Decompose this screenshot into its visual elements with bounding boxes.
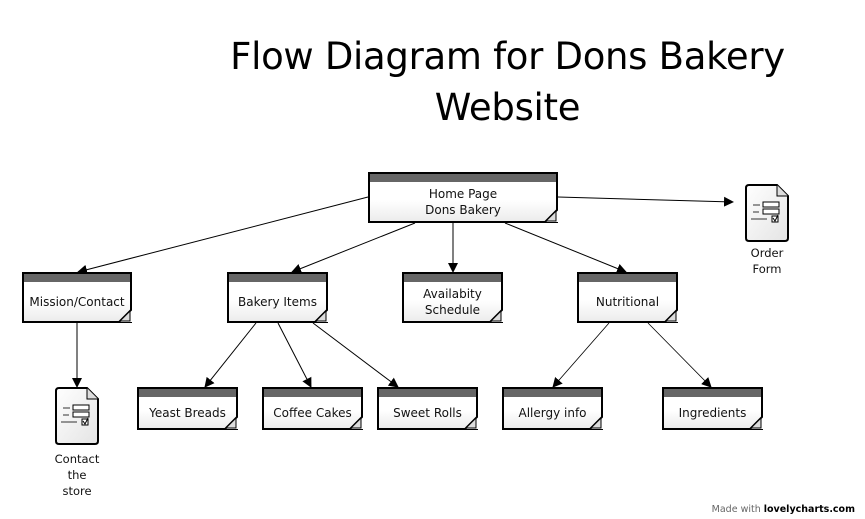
page-fold-icon (118, 309, 132, 323)
node-header-bar (504, 389, 601, 397)
node-label: Yeast Breads (149, 405, 226, 420)
node-label: Sweet Rolls (393, 405, 462, 420)
node-label: Coffee Cakes (273, 405, 352, 420)
edge-home-nutritional (504, 222, 627, 274)
page-fold-icon (314, 309, 328, 323)
page-fold-icon (589, 416, 603, 430)
edge-bakery-yeast (204, 322, 257, 388)
page-fold-icon (664, 309, 678, 323)
node-header-bar (370, 174, 556, 182)
page-fold-icon (349, 416, 363, 430)
edge-nutritional-allergy (552, 322, 610, 388)
node-coffee-cakes[interactable]: Coffee Cakes (262, 387, 363, 430)
node-header-bar (24, 274, 130, 282)
node-label: Home Page Dons Bakery (425, 186, 501, 217)
edge-home-bakery (291, 222, 416, 274)
node-ingredients[interactable]: Ingredients (662, 387, 763, 430)
node-mission-contact[interactable]: Mission/Contact (22, 272, 132, 323)
node-header-bar (139, 389, 236, 397)
edge-bakery-sweet (312, 322, 399, 388)
footer-prefix: Made with (711, 504, 761, 515)
node-label: Ingredients (678, 405, 747, 420)
document-label-contact-store: Contact the store (54, 452, 100, 498)
node-bakery-items[interactable]: Bakery Items (227, 272, 328, 323)
node-yeast-breads[interactable]: Yeast Breads (137, 387, 238, 430)
edge-bakery-coffee (277, 322, 312, 388)
node-nutritional[interactable]: Nutritional (577, 272, 678, 323)
edge-home-order (557, 196, 734, 207)
node-header-bar (379, 389, 476, 397)
node-header-bar (664, 389, 761, 397)
edge-home-mission (77, 196, 369, 275)
edge-nutritional-ingredients (647, 322, 712, 388)
node-header-bar (264, 389, 361, 397)
node-header-bar (404, 274, 501, 282)
footer-credit: Made with lovelycharts.com (712, 504, 855, 515)
node-label: Nutritional (595, 294, 660, 309)
form-document-icon[interactable] (743, 184, 789, 242)
node-allergy-info[interactable]: Allergy info (502, 387, 603, 430)
node-header-bar (229, 274, 326, 282)
node-label: Bakery Items (238, 294, 317, 309)
node-header-bar (579, 274, 676, 282)
page-fold-icon (224, 416, 238, 430)
node-label: Allergy info (518, 405, 587, 420)
page-fold-icon (544, 209, 558, 223)
page-fold-icon (464, 416, 478, 430)
form-document-icon[interactable] (53, 387, 99, 445)
node-label: Mission/Contact (29, 294, 125, 309)
page-fold-icon (749, 416, 763, 430)
node-label: Availabity Schedule (423, 286, 482, 317)
document-label-order-form: Order Form (750, 246, 784, 276)
node-sweet-rolls[interactable]: Sweet Rolls (377, 387, 478, 430)
page-fold-icon (489, 309, 503, 323)
footer-brand-link[interactable]: lovelycharts.com (764, 504, 855, 515)
node-availability-schedule[interactable]: Availabity Schedule (402, 272, 503, 323)
node-home-page[interactable]: Home Page Dons Bakery (368, 172, 558, 223)
